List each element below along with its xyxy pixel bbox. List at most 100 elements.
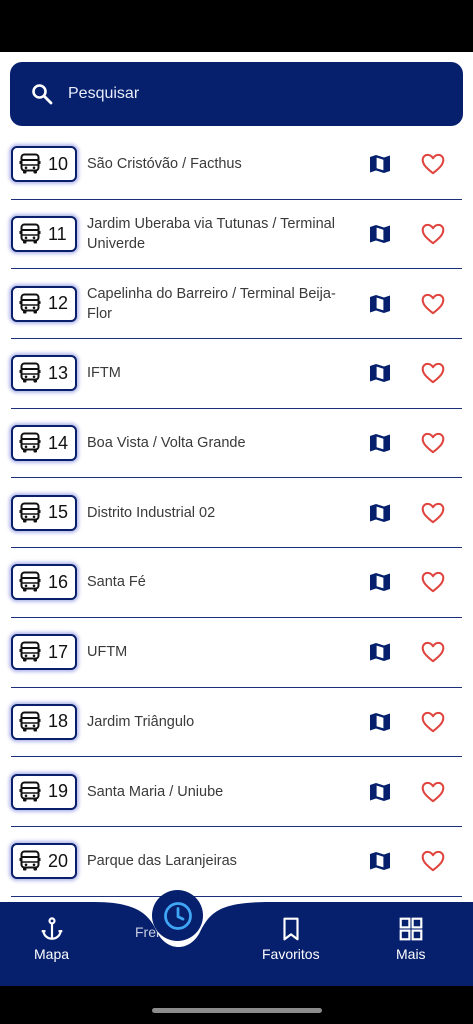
grid-icon [399, 917, 423, 941]
bus-icon [19, 293, 41, 314]
map-icon [370, 643, 390, 662]
map-button[interactable] [368, 361, 392, 385]
favorite-button[interactable] [420, 639, 446, 665]
route-name: Capelinha do Barreiro / Terminal Beija-F… [87, 285, 336, 322]
status-bar [0, 0, 473, 52]
route-name: Jardim Triângulo [87, 713, 195, 730]
route-number: 12 [48, 293, 69, 314]
map-button[interactable] [368, 849, 392, 873]
map-button[interactable] [368, 222, 392, 246]
route-name: Parque das Laranjeiras [87, 853, 237, 870]
bookmark-icon [283, 917, 299, 941]
map-icon [370, 852, 390, 871]
route-name: UFTM [87, 644, 128, 661]
favorite-button[interactable] [420, 569, 446, 595]
heart-outline-icon [421, 293, 445, 314]
favorite-button[interactable] [420, 221, 446, 247]
route-row[interactable]: 15 Distrito Industrial 02 [11, 478, 462, 549]
map-icon [370, 573, 390, 592]
route-row[interactable]: 10 São Cristóvão / Facthus [11, 130, 462, 200]
heart-outline-icon [421, 851, 445, 872]
route-name: Distrito Industrial 02 [87, 504, 216, 521]
bus-icon [19, 641, 41, 662]
nav-map[interactable]: Mapa [34, 916, 69, 962]
favorite-button[interactable] [420, 291, 446, 317]
route-badge: 12 [11, 285, 77, 322]
route-number: 18 [48, 711, 69, 732]
route-badge: 20 [11, 843, 77, 880]
map-button[interactable] [368, 152, 392, 176]
bus-icon [19, 850, 41, 871]
route-row[interactable]: 16 Santa Fé [11, 548, 462, 618]
favorite-button[interactable] [420, 848, 446, 874]
bottom-navigation: Mapa Frei Favoritos Mais [0, 902, 473, 986]
anchor-icon [41, 917, 62, 940]
map-button[interactable] [368, 640, 392, 664]
route-name: São Cristóvão / Facthus [87, 156, 242, 173]
heart-outline-icon [421, 642, 445, 663]
bus-icon [19, 711, 41, 732]
favorite-button[interactable] [420, 779, 446, 805]
search-input[interactable] [68, 85, 428, 103]
schedule-fab-button[interactable] [152, 890, 203, 941]
route-row[interactable]: 18 Jardim Triângulo [11, 688, 462, 758]
bus-icon [19, 432, 41, 453]
map-button[interactable] [368, 710, 392, 734]
route-number: 15 [48, 502, 69, 523]
route-list[interactable]: 10 São Cristóvão / Facthus 11 Jardim Ube… [0, 130, 473, 906]
route-number: 17 [48, 641, 69, 662]
route-number: 11 [48, 223, 67, 244]
map-button[interactable] [368, 780, 392, 804]
heart-outline-icon [421, 432, 445, 454]
search-icon [32, 84, 53, 105]
route-row[interactable]: 12 Capelinha do Barreiro / Terminal Beij… [11, 269, 462, 340]
favorite-button[interactable] [420, 430, 446, 456]
route-row[interactable]: 14 Boa Vista / Volta Grande [11, 409, 462, 479]
route-badge: 17 [11, 634, 77, 671]
map-icon [370, 364, 390, 383]
route-number: 19 [48, 781, 69, 802]
route-name: Santa Fé [87, 574, 146, 591]
bus-icon [19, 153, 41, 174]
route-name: IFTM [87, 365, 121, 382]
map-icon [370, 782, 390, 801]
route-badge: 18 [11, 703, 77, 740]
favorite-button[interactable] [420, 151, 446, 177]
route-row[interactable]: 17 UFTM [11, 618, 462, 688]
bus-icon [19, 781, 41, 802]
route-number: 14 [48, 432, 69, 453]
route-row[interactable]: 13 IFTM [11, 339, 462, 409]
route-badge: 16 [11, 564, 77, 601]
map-button[interactable] [368, 570, 392, 594]
nav-favorites[interactable]: Favoritos [262, 916, 320, 962]
route-number: 10 [48, 153, 69, 174]
map-icon [370, 294, 390, 313]
search-bar[interactable] [10, 62, 463, 126]
nav-more[interactable]: Mais [396, 916, 426, 962]
favorite-button[interactable] [420, 709, 446, 735]
heart-outline-icon [421, 781, 445, 802]
bus-icon [19, 362, 41, 383]
route-badge: 14 [11, 425, 77, 462]
nav-more-label: Mais [396, 946, 426, 962]
heart-outline-icon [421, 363, 445, 384]
route-row[interactable]: 20 Parque das Laranjeiras [11, 827, 462, 897]
route-row[interactable]: 11 Jardim Uberaba via Tutunas / Terminal… [11, 200, 462, 270]
map-button[interactable] [368, 292, 392, 316]
heart-outline-icon [421, 223, 445, 245]
map-button[interactable] [368, 501, 392, 525]
route-row[interactable]: 19 Santa Maria / Uniube [11, 757, 462, 827]
favorite-button[interactable] [420, 360, 446, 386]
route-badge: 11 [11, 216, 77, 253]
nav-favorites-label: Favoritos [262, 946, 320, 962]
map-icon [370, 503, 390, 522]
route-name: Santa Maria / Uniube [87, 783, 224, 800]
heart-outline-icon [421, 502, 445, 524]
home-indicator[interactable] [152, 1008, 322, 1013]
route-name: Boa Vista / Volta Grande [87, 435, 246, 452]
favorite-button[interactable] [420, 500, 446, 526]
map-button[interactable] [368, 431, 392, 455]
route-number: 13 [48, 362, 69, 383]
map-icon [370, 712, 390, 731]
route-badge: 19 [11, 773, 77, 810]
